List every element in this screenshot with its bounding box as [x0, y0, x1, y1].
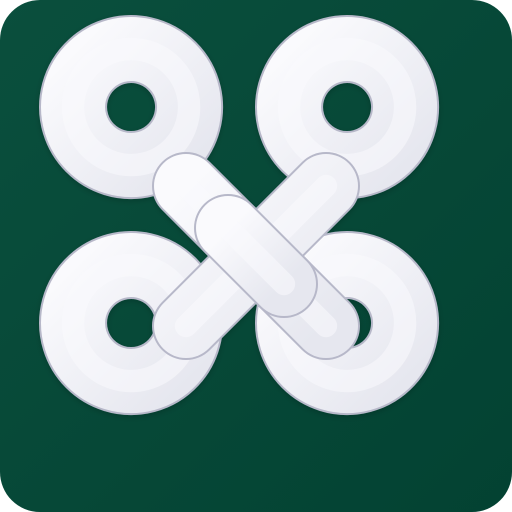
- app-icon: [0, 0, 512, 512]
- celtic-knot-icon: [0, 0, 512, 512]
